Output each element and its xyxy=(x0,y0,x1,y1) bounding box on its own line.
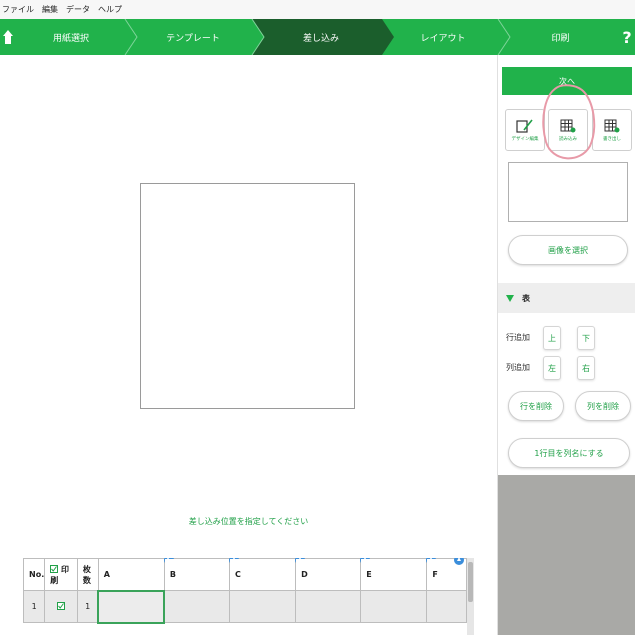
menu-data[interactable]: データ xyxy=(66,4,90,15)
cell-a[interactable] xyxy=(97,589,166,624)
grid-header-row: No. 印刷 枚数 A B C D E F xyxy=(23,558,467,591)
menu-bar: ファイル 編集 データ ヘルプ xyxy=(0,0,635,19)
step-template[interactable]: テンプレート xyxy=(130,19,256,55)
step-merge[interactable]: 差し込み xyxy=(258,19,384,55)
header-col-c[interactable]: C xyxy=(229,558,306,591)
col-add-label: 列追加 xyxy=(506,363,530,372)
checkbox-icon xyxy=(50,564,59,573)
col-add-left-button[interactable]: 左 xyxy=(543,356,561,380)
col-add-right-button[interactable]: 右 xyxy=(577,356,595,380)
row-add-label: 行追加 xyxy=(506,333,530,342)
step-print[interactable]: 印刷 xyxy=(504,19,617,55)
step-navigation: 用紙選択 テンプレート 差し込み レイアウト 印刷 ? xyxy=(0,19,635,55)
design-edit-icon xyxy=(516,119,533,133)
checkbox-checked-icon[interactable] xyxy=(57,601,66,610)
export-table-icon xyxy=(604,119,620,132)
menu-help[interactable]: ヘルプ xyxy=(98,4,122,15)
step-layout[interactable]: レイアウト xyxy=(384,19,502,55)
header-col-f[interactable]: F xyxy=(426,558,467,591)
annotation-circle xyxy=(542,84,596,160)
cell-e[interactable] xyxy=(360,590,428,623)
menu-edit[interactable]: 編集 xyxy=(42,4,58,15)
home-button[interactable] xyxy=(0,19,16,55)
instruction-text: 差し込み位置を指定してください xyxy=(188,517,309,526)
cell-f[interactable] xyxy=(426,590,467,623)
cell-count: 1 xyxy=(76,590,99,623)
row-add-down-button[interactable]: 下 xyxy=(577,326,595,350)
cell-d[interactable] xyxy=(295,590,362,623)
data-grid: No. 印刷 枚数 A B C D E F 1 1 xyxy=(23,558,467,635)
image-preview xyxy=(508,162,628,222)
grid-scrollbar[interactable] xyxy=(467,558,474,635)
cell-c[interactable] xyxy=(229,590,297,623)
select-image-button[interactable]: 画像を選択 xyxy=(508,235,628,265)
header-print: 印刷 xyxy=(44,558,78,591)
header-col-e[interactable]: E xyxy=(360,558,437,591)
header-col-d[interactable]: D xyxy=(295,558,371,591)
header-col-a[interactable]: A xyxy=(97,558,174,591)
cell-print[interactable] xyxy=(44,590,78,623)
scrollbar-thumb[interactable] xyxy=(468,562,473,602)
delete-col-button[interactable]: 列を削除 xyxy=(575,391,631,421)
table-row: 1 1 xyxy=(23,589,467,624)
help-button[interactable]: ? xyxy=(619,19,635,55)
header-col-b[interactable]: B xyxy=(163,558,240,591)
cell-no: 1 xyxy=(23,590,46,623)
empty-panel-area xyxy=(498,475,635,635)
collapse-triangle-icon xyxy=(506,294,514,302)
merge-canvas[interactable] xyxy=(140,183,355,409)
step-paper-select[interactable]: 用紙選択 xyxy=(16,19,126,55)
cell-b[interactable] xyxy=(163,590,231,623)
export-button[interactable]: 書き出し xyxy=(592,109,632,151)
menu-file[interactable]: ファイル xyxy=(2,4,34,15)
first-row-as-header-button[interactable]: 1行目を列名にする xyxy=(508,438,630,468)
row-add-up-button[interactable]: 上 xyxy=(543,326,561,350)
home-icon xyxy=(3,30,13,44)
header-count: 枚数 xyxy=(76,558,99,591)
table-section-header[interactable]: 表 xyxy=(498,283,635,313)
header-no: No. xyxy=(23,558,46,591)
delete-row-button[interactable]: 行を削除 xyxy=(508,391,564,421)
column-marker-icon[interactable] xyxy=(454,558,464,565)
